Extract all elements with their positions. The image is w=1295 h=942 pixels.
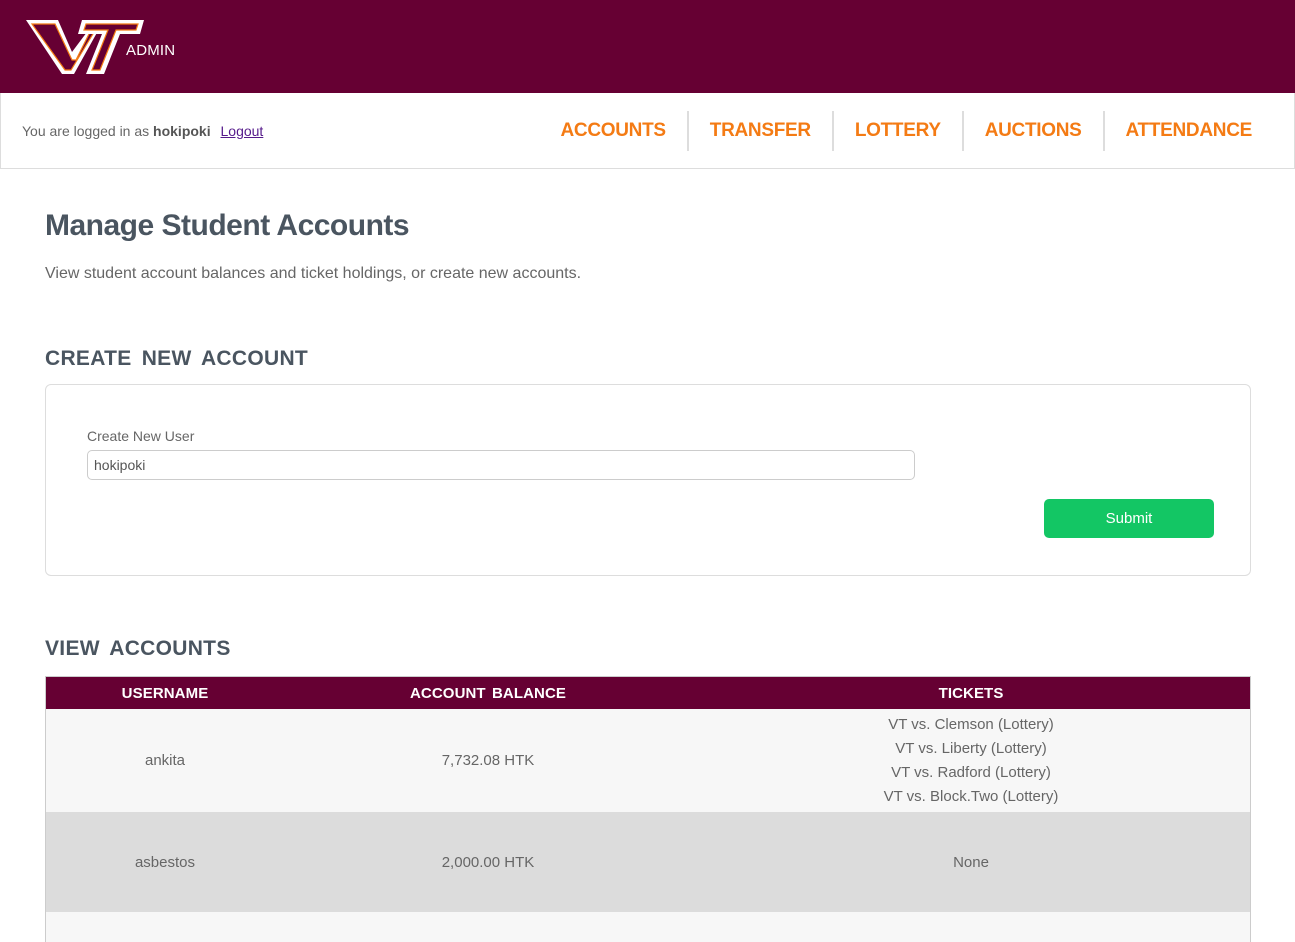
top-header: ADMIN: [0, 0, 1295, 93]
column-header-tickets[interactable]: TICKETS: [692, 677, 1250, 709]
nav-attendance[interactable]: ATTENDANCE: [1102, 111, 1273, 151]
create-user-input[interactable]: [87, 450, 915, 480]
navigation-bar: You are logged in as hokipoki Logout ACC…: [0, 93, 1295, 169]
page-title: Manage Student Accounts: [45, 209, 410, 242]
table-row[interactable]: ankita 7,732.08 HTK VT vs. Clemson (Lott…: [46, 709, 1250, 812]
main-nav: ACCOUNTS TRANSFER LOTTERY AUCTIONS ATTEN…: [540, 111, 1273, 151]
nav-auctions[interactable]: AUCTIONS: [961, 111, 1103, 151]
cell-tickets: None: [953, 853, 989, 871]
cell-tickets: VT vs. Clemson (Lottery) VT vs. Liberty …: [692, 709, 1250, 812]
login-prefix: You are logged in as: [22, 123, 150, 139]
table-row[interactable]: [46, 912, 1250, 942]
nav-accounts[interactable]: ACCOUNTS: [540, 111, 687, 151]
cell-username: ankita: [144, 752, 186, 769]
column-header-balance[interactable]: ACCOUNT BALANCE: [284, 677, 692, 709]
accounts-table-container: USERNAME ACCOUNT BALANCE TICKETS ankita …: [45, 676, 1251, 942]
nav-transfer[interactable]: TRANSFER: [686, 111, 832, 151]
ticket-item: VT vs. Clemson (Lottery): [888, 715, 1054, 733]
table-header-row: USERNAME ACCOUNT BALANCE TICKETS: [46, 677, 1250, 709]
ticket-item: VT vs. Liberty (Lottery): [895, 739, 1047, 757]
ticket-item: VT vs. Radford (Lottery): [891, 763, 1051, 781]
admin-label: ADMIN: [126, 42, 176, 59]
accounts-table: USERNAME ACCOUNT BALANCE TICKETS ankita …: [46, 677, 1250, 942]
create-account-card: Create New User Submit: [45, 384, 1251, 576]
cell-balance: 7,732.08 HTK: [441, 752, 535, 769]
login-status: You are logged in as hokipoki Logout: [22, 123, 263, 139]
logout-link[interactable]: Logout: [221, 123, 264, 139]
cell-balance: 2,000.00 HTK: [441, 853, 535, 871]
nav-lottery[interactable]: LOTTERY: [831, 111, 962, 151]
view-accounts-heading: VIEW ACCOUNTS: [45, 637, 231, 660]
submit-button[interactable]: Submit: [1044, 499, 1214, 538]
create-user-label: Create New User: [87, 428, 195, 444]
ticket-item: VT vs. Block.Two (Lottery): [883, 787, 1059, 805]
cell-username: asbestos: [134, 853, 196, 871]
column-header-username[interactable]: USERNAME: [46, 677, 284, 709]
table-row[interactable]: asbestos 2,000.00 HTK None: [46, 812, 1250, 912]
page-subtitle: View student account balances and ticket…: [45, 265, 582, 282]
logged-in-username: hokipoki: [153, 123, 211, 139]
create-account-heading: CREATE NEW ACCOUNT: [45, 347, 309, 370]
